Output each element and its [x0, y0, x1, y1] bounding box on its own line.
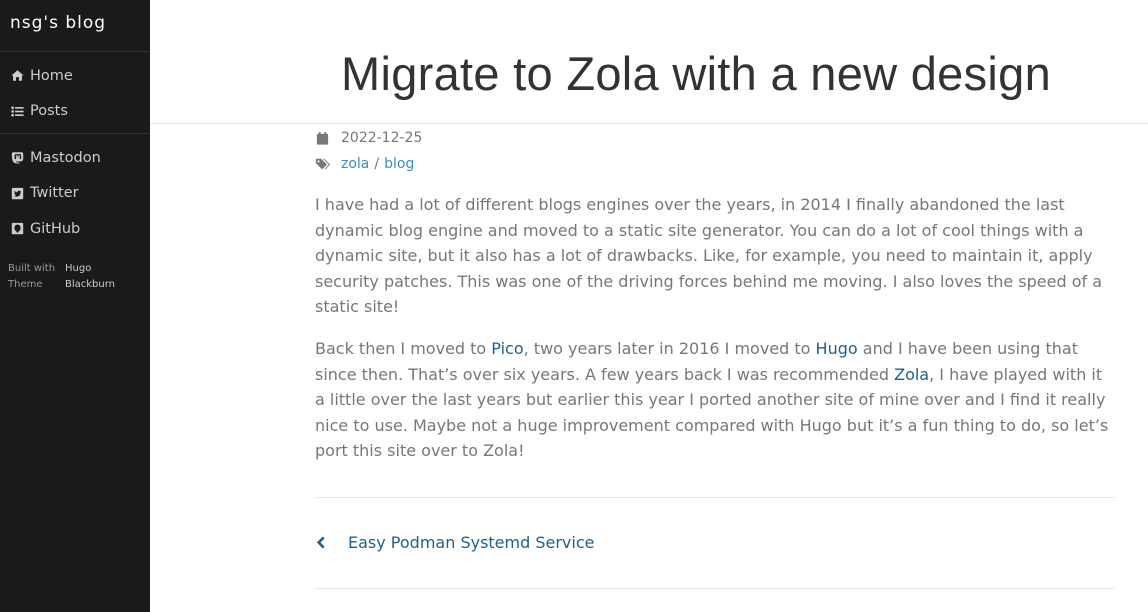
post-date: 2022-12-25	[341, 130, 423, 146]
nav-item-home[interactable]: Home	[0, 58, 150, 94]
text-segment: , two years later in 2016 I moved to	[523, 338, 816, 358]
zola-link[interactable]: Zola	[894, 365, 929, 384]
nav-item-label: Mastodon	[30, 149, 101, 166]
tag-link-zola[interactable]: zola	[341, 156, 369, 172]
tag-separator: /	[374, 156, 380, 172]
calendar-icon	[315, 130, 331, 146]
post-tags-line: zola / blog	[315, 151, 1115, 177]
previous-post-link[interactable]: Easy Podman Systemd Service	[315, 498, 1115, 588]
nav-item-label: Home	[30, 67, 73, 84]
tag-link-blog[interactable]: blog	[384, 156, 414, 172]
twitter-icon	[10, 186, 24, 200]
previous-post-title: Easy Podman Systemd Service	[348, 533, 595, 553]
post-paragraph-2: Back then I moved to Pico, two years lat…	[315, 336, 1115, 464]
built-with-info: Built with Hugo Theme Blackburn	[0, 247, 150, 293]
page-title: Migrate to Zola with a new design	[341, 47, 1052, 100]
divider	[315, 587, 1115, 589]
github-icon	[10, 222, 24, 236]
chevron-left-icon	[315, 535, 327, 550]
pico-link[interactable]: Pico	[491, 339, 523, 358]
nav-item-label: Posts	[30, 103, 68, 120]
sidebar: nsg's blog Home Posts Mastodon Twitter G…	[0, 0, 150, 612]
nav-item-posts[interactable]: Posts	[0, 94, 150, 130]
page-header: Migrate to Zola with a new design	[150, 0, 1148, 124]
hugo-link[interactable]: Hugo	[816, 339, 858, 358]
site-brand-link[interactable]: nsg's blog	[0, 0, 150, 52]
post-date-line: 2022-12-25	[315, 125, 1115, 151]
post-paragraph-1: I have had a lot of different blogs engi…	[315, 195, 1103, 317]
list-icon	[10, 104, 24, 118]
main-nav: Home Posts	[0, 52, 150, 134]
nav-item-github[interactable]: GitHub	[0, 211, 150, 247]
nav-item-label: GitHub	[30, 220, 81, 237]
text-segment: Back then I moved to	[315, 338, 492, 358]
nav-item-twitter[interactable]: Twitter	[0, 176, 150, 212]
theme-label: Theme	[8, 278, 43, 290]
theme-link[interactable]: Blackburn	[65, 279, 115, 290]
tags-icon	[315, 156, 331, 172]
social-nav: Mastodon Twitter GitHub	[0, 134, 150, 247]
post-content: 2022-12-25 zola / blog I have had a lot …	[315, 124, 1115, 589]
nav-item-mastodon[interactable]: Mastodon	[0, 140, 150, 176]
nav-item-label: Twitter	[30, 185, 79, 202]
built-with-link[interactable]: Hugo	[65, 263, 91, 274]
home-icon	[10, 69, 24, 83]
mastodon-icon	[10, 151, 24, 165]
built-with-label: Built with	[8, 262, 56, 274]
